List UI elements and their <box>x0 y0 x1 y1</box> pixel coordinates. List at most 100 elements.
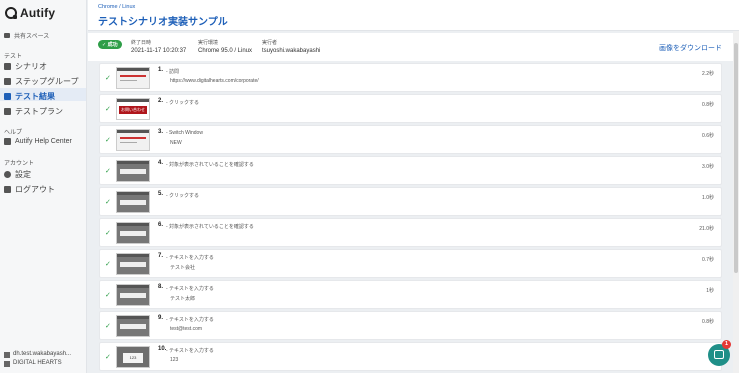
step-action: - 対象が表示されていることを確認する <box>166 162 254 168</box>
step-detail: テスト太郎 <box>170 296 196 302</box>
step-action: - 対象が表示されていることを確認する <box>166 224 254 230</box>
check-icon: ✓ <box>105 106 111 113</box>
sidebar-item-step-groups[interactable]: ステップグループ <box>4 76 79 87</box>
check-icon: ✓ <box>105 75 111 82</box>
step-screenshot[interactable] <box>116 315 150 337</box>
check-icon: ✓ <box>105 137 111 144</box>
step-row[interactable]: ✓ 1. - 訪問 https://www.digitalhearts.com/… <box>99 63 722 92</box>
sidebar-item-settings[interactable]: 設定 <box>4 169 31 180</box>
step-number: 2. <box>158 98 164 104</box>
section-help-label: ヘルプ <box>4 130 23 136</box>
step-detail: https://www.digitalhearts.com/corporate/ <box>170 78 259 84</box>
logo-text: Autify <box>20 6 56 20</box>
step-number: 9. <box>158 315 164 321</box>
step-duration: 3.0秒 <box>702 164 714 170</box>
step-action: - テキストを入力する <box>166 348 214 354</box>
step-row[interactable]: ✓ 7. - テキストを入力する テスト会社 0.7秒 <box>99 249 722 278</box>
step-row[interactable]: ✓ 4. - 対象が表示されていることを確認する 3.0秒 <box>99 156 722 185</box>
check-icon: ✓ <box>105 292 111 299</box>
step-action: - 訪問 <box>166 69 180 75</box>
step-screenshot[interactable] <box>116 253 150 275</box>
thumb-caption: お問い合わせ <box>119 106 147 114</box>
check-icon: ✓ <box>105 168 111 175</box>
step-screenshot[interactable] <box>116 191 150 213</box>
step-action: - クリックする <box>166 100 200 106</box>
sidebar-item-test-results[interactable]: テスト結果 <box>4 91 55 102</box>
finished-at: 終了日時 2021-11-17 10:20:37 <box>131 39 186 55</box>
step-duration: 2.2秒 <box>702 71 714 77</box>
step-detail: テスト会社 <box>170 265 196 271</box>
sidebar-item-test-plans[interactable]: テストプラン <box>4 106 63 117</box>
step-duration: 0.8秒 <box>702 102 714 108</box>
scrollbar-thumb[interactable] <box>734 43 738 273</box>
step-number: 8. <box>158 284 164 290</box>
step-screenshot[interactable] <box>116 129 150 151</box>
step-duration: 1.0秒 <box>702 195 714 201</box>
sidebar-item-scenarios[interactable]: シナリオ <box>4 61 47 72</box>
sidebar-item-label: ログアウト <box>15 185 55 194</box>
user-account[interactable]: dh.test.wakabayash... DIGITAL HEARTS <box>4 350 71 368</box>
autify-logo[interactable]: Autify <box>5 6 55 20</box>
page-title: テストシナリオ実装サンプル <box>98 17 228 28</box>
step-number: 7. <box>158 253 164 259</box>
step-number: 3. <box>158 129 164 135</box>
sidebar-item-label: Autify Help Center <box>15 138 72 145</box>
finished-label: 終了日時 <box>131 40 152 46</box>
step-screenshot[interactable] <box>116 222 150 244</box>
step-screenshot[interactable]: 123 <box>116 346 150 368</box>
step-duration: 0.7秒 <box>702 257 714 263</box>
step-action: - テキストを入力する <box>166 286 214 292</box>
check-icon: ✓ <box>105 261 111 268</box>
runner: 実行者 tsuyoshi.wakabayashi <box>262 39 320 55</box>
step-number: 4. <box>158 160 164 166</box>
sidebar-item-label: 設定 <box>15 170 31 179</box>
check-icon: ✓ <box>105 323 111 330</box>
user-email: dh.test.wakabayash... <box>13 351 72 357</box>
organization-name: DIGITAL HEARTS <box>13 360 62 366</box>
test-plan-icon <box>4 108 11 115</box>
sidebar-item-help-center[interactable]: Autify Help Center <box>4 138 72 145</box>
step-row[interactable]: ✓ 8. - テキストを入力する テスト太郎 1秒 <box>99 280 722 309</box>
breadcrumb[interactable]: Chrome / Linux <box>98 4 135 10</box>
building-icon <box>4 360 10 367</box>
download-images-link[interactable]: 画像をダウンロード <box>659 43 722 53</box>
step-screenshot[interactable] <box>116 160 150 182</box>
step-row[interactable]: ✓ 6. - 対象が表示されていることを確認する 21.0秒 <box>99 218 722 247</box>
step-row[interactable]: ✓ お問い合わせ 2. - クリックする 0.8秒 <box>99 94 722 123</box>
status-text: 成功 <box>107 42 118 48</box>
step-screenshot[interactable] <box>116 284 150 306</box>
step-action: - クリックする <box>166 193 200 199</box>
finished-value: 2021-11-17 10:20:37 <box>131 48 187 54</box>
sidebar-item-label: ステップグループ <box>15 77 79 86</box>
env-value: Chrome 95.0 / Linux <box>198 48 253 54</box>
step-row[interactable]: ✓ 9. - テキストを入力する test@test.com 0.8秒 <box>99 311 722 340</box>
page-header: Chrome / Linux テストシナリオ実装サンプル <box>88 0 739 31</box>
sidebar-item-label: テスト結果 <box>15 92 55 101</box>
step-row[interactable]: ✓ 3. - Switch Window NEW 0.6秒 <box>99 125 722 154</box>
sidebar-item-label: シナリオ <box>15 62 47 71</box>
step-detail: 123 <box>170 357 179 363</box>
check-icon: ✓ <box>105 199 111 206</box>
sidebar-item-label: テストプラン <box>15 107 63 116</box>
user-icon <box>4 351 10 358</box>
step-row[interactable]: ✓ 5. - クリックする 1.0秒 <box>99 187 722 216</box>
workspace-label: 共有スペース <box>14 34 50 40</box>
step-row[interactable]: ✓ 123 10. - テキストを入力する 123 <box>99 342 722 371</box>
autify-logo-icon <box>5 7 17 19</box>
gear-icon <box>4 171 11 178</box>
book-icon <box>4 138 11 145</box>
result-info-bar: ✓ 成功 終了日時 2021-11-17 10:20:37 実行環境 Chrom… <box>88 33 739 61</box>
step-screenshot[interactable]: お問い合わせ <box>116 98 150 120</box>
sidebar-item-logout[interactable]: ログアウト <box>4 184 55 195</box>
section-account-label: アカウント <box>4 161 35 167</box>
env-label: 実行環境 <box>198 40 219 46</box>
workspace-selector[interactable]: 共有スペース <box>4 31 49 40</box>
step-detail: test@test.com <box>170 326 203 332</box>
thumb-caption: 123 <box>123 353 143 363</box>
step-duration: 0.6秒 <box>702 133 714 139</box>
section-test-label: テスト <box>4 54 23 60</box>
page-scrollbar[interactable] <box>733 31 739 373</box>
chat-icon <box>714 350 724 359</box>
step-action: - テキストを入力する <box>166 317 214 323</box>
step-screenshot[interactable] <box>116 67 150 89</box>
